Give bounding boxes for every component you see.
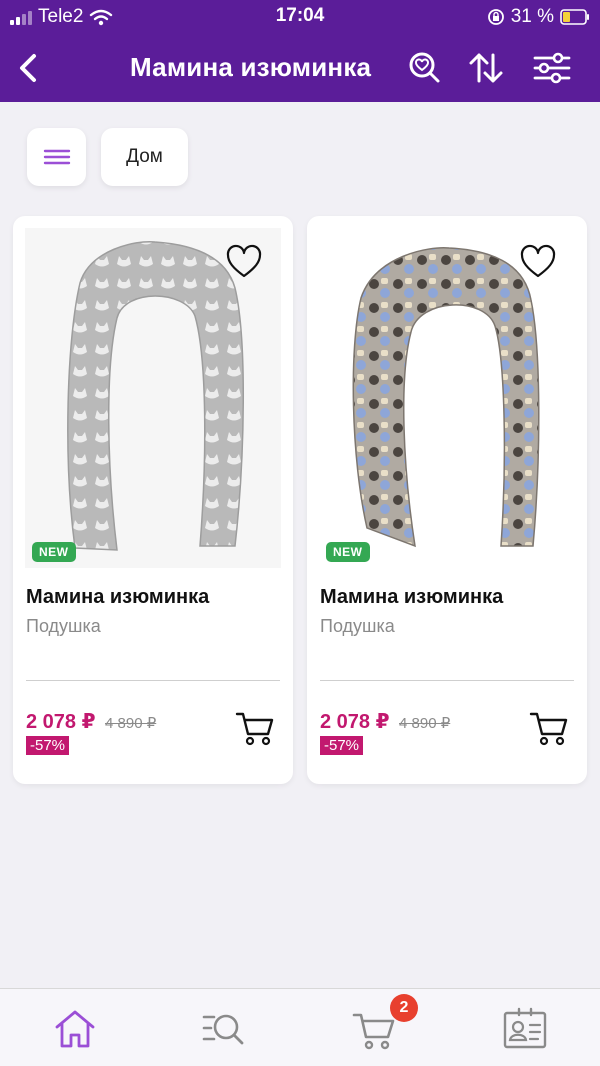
screen: Tele2 17:04 31 % Мамина изюминка Дом NEW…	[0, 0, 600, 1066]
search-icon[interactable]	[200, 1007, 246, 1051]
product-old-price: 4 890 ₽	[399, 715, 451, 732]
status-bar: Tele2 17:04 31 %	[0, 0, 600, 34]
menu-icon	[43, 149, 70, 165]
tab-bar	[0, 988, 600, 1066]
product-card[interactable]: NEW Мамина изюминка Подушка 2 078 ₽ 4 89…	[13, 216, 293, 784]
new-badge: NEW	[32, 542, 76, 562]
discount-badge: -57%	[320, 736, 364, 755]
product-subtitle: Подушка	[26, 616, 101, 636]
product-image[interactable]	[25, 228, 281, 568]
home-icon[interactable]	[52, 1007, 98, 1051]
add-to-cart-icon[interactable]	[529, 708, 569, 748]
product-old-price: 4 890 ₽	[105, 715, 157, 732]
sort-icon[interactable]	[466, 48, 506, 88]
favorite-heart-icon[interactable]	[519, 244, 557, 280]
category-chip-label: Дом	[126, 146, 163, 167]
profile-card-icon[interactable]	[502, 1007, 548, 1051]
cart-count-badge: 2	[390, 994, 418, 1022]
status-right: 31 %	[487, 6, 590, 28]
divider	[320, 680, 574, 681]
menu-chip[interactable]	[27, 128, 86, 186]
add-to-cart-icon[interactable]	[235, 708, 275, 748]
product-subtitle: Подушка	[320, 616, 395, 636]
top-header: Tele2 17:04 31 % Мамина изюминка	[0, 0, 600, 102]
product-price: 2 078 ₽	[320, 711, 390, 733]
battery-label: 31 %	[510, 6, 554, 27]
back-icon[interactable]	[10, 46, 50, 90]
search-heart-icon[interactable]	[404, 48, 444, 88]
product-price: 2 078 ₽	[26, 711, 96, 733]
battery-icon	[560, 9, 589, 25]
discount-badge: -57%	[26, 736, 70, 755]
product-name: Мамина изюминка	[320, 586, 504, 608]
favorite-heart-icon[interactable]	[225, 244, 263, 280]
category-chip[interactable]: Дом	[101, 128, 188, 186]
nav-bar: Мамина изюминка	[0, 34, 600, 102]
product-image[interactable]	[319, 228, 575, 568]
divider	[26, 680, 280, 681]
orientation-lock-icon	[487, 9, 504, 25]
filter-icon[interactable]	[532, 48, 572, 88]
product-name: Мамина изюминка	[26, 586, 210, 608]
page-title: Мамина изюминка	[130, 52, 372, 82]
product-card[interactable]: NEW Мамина изюминка Подушка 2 078 ₽ 4 89…	[307, 216, 587, 784]
new-badge: NEW	[326, 542, 370, 562]
